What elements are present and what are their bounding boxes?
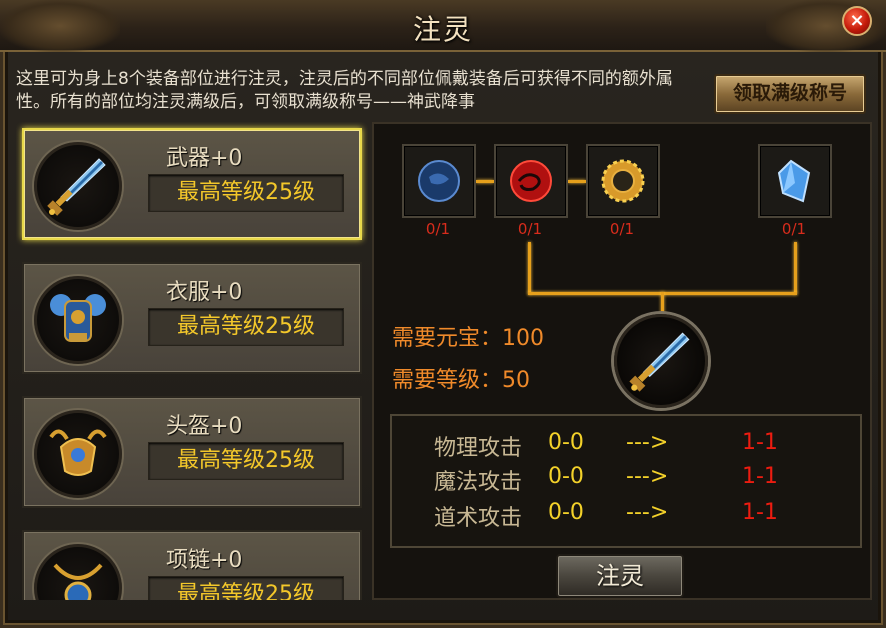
- stat-arrow: --->: [626, 500, 669, 525]
- stat-label: 物理攻击: [434, 436, 523, 461]
- slot-helmet[interactable]: 头盔+0 最高等级25级: [22, 396, 362, 508]
- title-bar: 注灵 ×: [0, 0, 886, 52]
- stat-label: 道术攻击: [434, 506, 523, 531]
- connector-line: [794, 242, 797, 294]
- window-title: 注灵: [412, 13, 473, 46]
- slot-max-level: 最高等级25级: [148, 442, 344, 480]
- inject-detail-panel: 0/1 0/1 0/1 0/1 需要元宝：100 需要等级：50 物理攻击 0-…: [372, 122, 872, 600]
- connector-line: [476, 180, 494, 183]
- stat-row: 道术攻击 0-0 ---> 1-1: [392, 500, 864, 534]
- equipment-slot-list[interactable]: 武器+0 最高等级25级 衣服+0 最高等级25级 头盔+0 最高等级25级 项…: [16, 122, 368, 600]
- armor-icon: [34, 276, 122, 364]
- stat-next: 1-1: [742, 430, 778, 455]
- red-dragon-orb-icon: [510, 160, 552, 202]
- required-ingot: 需要元宝：100: [392, 320, 544, 352]
- material-count: 0/1: [609, 220, 635, 238]
- material-count: 0/1: [517, 220, 543, 238]
- sword-icon: [629, 332, 690, 392]
- connector-line: [528, 242, 531, 294]
- stat-arrow: --->: [626, 430, 669, 455]
- stat-next: 1-1: [742, 500, 778, 525]
- required-ingot-label: 需要元宝：: [392, 326, 503, 351]
- helmet-icon: [34, 410, 122, 498]
- slot-necklace[interactable]: 项链+0 最高等级25级: [22, 530, 362, 600]
- material-slot-2[interactable]: [494, 144, 568, 218]
- required-level-value: 50: [502, 368, 531, 393]
- slot-max-level: 最高等级25级: [148, 308, 344, 346]
- material-count: 0/1: [781, 220, 807, 238]
- gold-sun-medallion-icon: [601, 159, 645, 203]
- blue-orb-icon: [418, 160, 460, 202]
- inject-button[interactable]: 注灵: [556, 554, 684, 598]
- slot-name: 头盔+0: [166, 414, 243, 439]
- material-slot-4[interactable]: [758, 144, 832, 218]
- required-level-label: 需要等级：: [392, 368, 503, 393]
- connector-line: [568, 180, 586, 183]
- material-slot-1[interactable]: [402, 144, 476, 218]
- slot-name: 武器+0: [166, 146, 243, 171]
- required-ingot-value: 100: [502, 326, 545, 351]
- stat-row: 魔法攻击 0-0 ---> 1-1: [392, 464, 864, 498]
- description-text: 这里可为身上8个装备部位进行注灵，注灵后的不同部位佩戴装备后可获得不同的额外属性…: [16, 69, 673, 112]
- stat-current: 0-0: [548, 430, 584, 455]
- stat-label: 魔法攻击: [434, 470, 523, 495]
- stat-next: 1-1: [742, 464, 778, 489]
- stat-row: 物理攻击 0-0 ---> 1-1: [392, 430, 864, 464]
- slot-name: 衣服+0: [166, 280, 243, 305]
- required-level: 需要等级：50: [392, 362, 530, 394]
- sword-icon: [34, 142, 122, 230]
- material-slot-3[interactable]: [586, 144, 660, 218]
- target-equipment-icon: [614, 314, 708, 408]
- attribute-preview-box: 物理攻击 0-0 ---> 1-1 魔法攻击 0-0 ---> 1-1 道术攻击…: [390, 414, 862, 548]
- slot-max-level: 最高等级25级: [148, 576, 344, 600]
- slot-armor[interactable]: 衣服+0 最高等级25级: [22, 262, 362, 374]
- material-count: 0/1: [425, 220, 451, 238]
- connector-line: [661, 292, 664, 314]
- slot-weapon[interactable]: 武器+0 最高等级25级: [22, 128, 362, 240]
- slot-name: 项链+0: [166, 548, 243, 573]
- stat-arrow: --->: [626, 464, 669, 489]
- close-button[interactable]: ×: [842, 6, 872, 36]
- stat-current: 0-0: [548, 464, 584, 489]
- blue-crystal-icon: [777, 159, 811, 203]
- slot-max-level: 最高等级25级: [148, 174, 344, 212]
- necklace-icon: [34, 544, 122, 600]
- claim-title-button[interactable]: 领取满级称号: [714, 74, 866, 114]
- stat-current: 0-0: [548, 500, 584, 525]
